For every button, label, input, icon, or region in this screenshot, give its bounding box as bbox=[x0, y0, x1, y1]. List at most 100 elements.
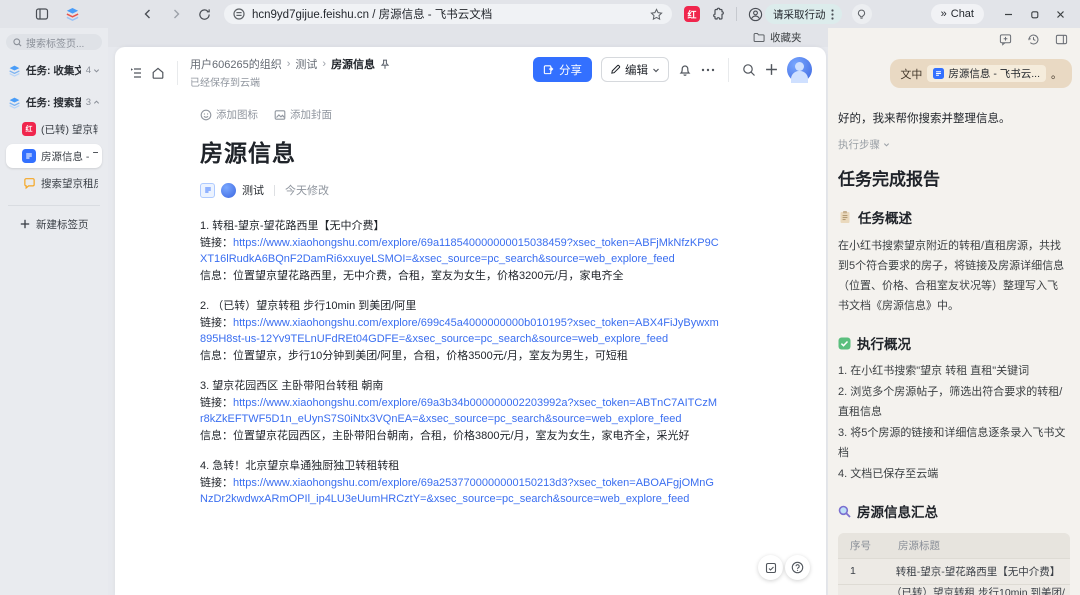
add-icon-button[interactable]: 添加图标 bbox=[200, 107, 258, 122]
assistant-intro: 好的，我来帮你搜索并整理信息。 bbox=[838, 110, 1070, 126]
listing-link[interactable]: https://www.xiaohongshu.com/explore/69a1… bbox=[200, 237, 719, 266]
feishu-doc-card: 用户606265的组织 › 测试 › 房源信息 已经保存到云端 分享 bbox=[115, 47, 826, 595]
task-group-label: 任务: 收集文 bbox=[26, 63, 81, 78]
create-new-icon[interactable] bbox=[765, 63, 778, 76]
history-icon[interactable] bbox=[1027, 33, 1040, 51]
user-message-prefix: 文中 bbox=[900, 66, 922, 82]
table-row: 2 （已转）望京转租 步行10min 到美团/阿里 bbox=[838, 584, 1070, 595]
tab-search-placeholder: 搜索标签页... bbox=[26, 35, 84, 50]
listing-link[interactable]: https://www.xiaohongshu.com/explore/69a3… bbox=[200, 397, 717, 426]
tab-label: 搜索望京租房 bbox=[41, 176, 98, 191]
listing-title: 1. 转租-望京-望花路西里【无中介费】 bbox=[200, 218, 720, 235]
browser-logo-icon[interactable] bbox=[62, 4, 82, 24]
listings-table: 序号 房源标题 1 转租-望京-望花路西里【无中介费】 2 （已转）望京转租 步… bbox=[838, 533, 1070, 595]
owner-name[interactable]: 测试 bbox=[242, 182, 264, 198]
xiaohongshu-extension-icon[interactable]: 红 bbox=[684, 6, 700, 22]
new-chat-icon[interactable] bbox=[999, 33, 1012, 51]
action-required-pill[interactable]: 请采取行动 bbox=[765, 4, 842, 24]
execution-step: 4. 文档已保存至云端 bbox=[838, 464, 1070, 485]
listing-link[interactable]: https://www.xiaohongshu.com/explore/69a2… bbox=[200, 477, 714, 506]
forward-button[interactable] bbox=[166, 4, 186, 24]
breadcrumb-current: 房源信息 bbox=[331, 56, 375, 72]
smiley-icon bbox=[200, 109, 212, 121]
doc-location-icon[interactable] bbox=[200, 183, 215, 198]
site-settings-icon[interactable] bbox=[232, 7, 246, 21]
breadcrumb-org[interactable]: 用户606265的组织 bbox=[190, 56, 282, 72]
url-text: hcn9yd7gijue.feishu.cn / 房源信息 - 飞书云文档 bbox=[252, 6, 642, 22]
execution-step: 2. 浏览多个房源帖子，筛选出符合要求的转租/直租信息 bbox=[838, 382, 1070, 423]
maximize-button[interactable] bbox=[1024, 4, 1044, 24]
magnifier-icon bbox=[838, 505, 851, 518]
chevron-down-icon bbox=[883, 141, 890, 148]
listing-section-2: 2. （已转）望京转租 步行10min 到美团/阿里 链接：https://ww… bbox=[200, 298, 720, 364]
chat-bubble-icon bbox=[22, 176, 36, 190]
listing-section-3: 3. 望京花园西区 主卧带阳台转租 朝南 链接：https://www.xiao… bbox=[200, 378, 720, 444]
xiaohongshu-icon: 红 bbox=[22, 122, 36, 136]
listing-info: 信息：位置望京花园西区，主卧带阳台朝南，合租，价格3800元/月，室友为女生，家… bbox=[200, 428, 720, 445]
extensions-puzzle-icon[interactable] bbox=[708, 4, 728, 24]
lightbulb-icon[interactable] bbox=[852, 4, 872, 24]
ai-assistant-panel: 文中 房源信息 - 飞书云... 。 好的，我来帮你搜索并整理信息。 执行步骤 … bbox=[828, 28, 1080, 595]
task-group-collect[interactable]: 任务: 收集文 4 bbox=[6, 58, 102, 82]
tab-xiaohongshu-listing[interactable]: 红 (已转) 望京转 bbox=[6, 117, 102, 141]
user-avatar[interactable] bbox=[787, 57, 812, 82]
profile-icon[interactable] bbox=[745, 4, 765, 24]
execution-steps-toggle[interactable]: 执行步骤 bbox=[838, 137, 1070, 152]
execution-steps-list: 1. 在小红书搜索"望京 转租 直租"关键词 2. 浏览多个房源帖子，筛选出符合… bbox=[838, 361, 1070, 484]
pin-icon bbox=[380, 59, 390, 70]
listing-info: 信息：位置望京望花路西里，无中介费，合租，室友为女生，价格3200元/月，家电齐… bbox=[200, 268, 720, 285]
table-header-row: 序号 房源标题 bbox=[838, 533, 1070, 558]
notifications-bell-icon[interactable] bbox=[678, 63, 692, 77]
doc-header: 用户606265的组织 › 测试 › 房源信息 已经保存到云端 分享 bbox=[115, 47, 826, 93]
collapse-panel-icon[interactable] bbox=[1055, 33, 1068, 51]
sidebar-toggle-icon[interactable] bbox=[32, 4, 52, 24]
execution-heading: 执行概况 bbox=[838, 333, 1070, 353]
doc-search-icon[interactable] bbox=[742, 63, 756, 77]
task-group-search[interactable]: 任务: 搜索望 3 bbox=[6, 90, 102, 114]
doc-reference-chip[interactable]: 房源信息 - 飞书云... bbox=[927, 65, 1046, 82]
chevron-down-icon bbox=[652, 66, 660, 74]
user-message-suffix: 。 bbox=[1051, 66, 1062, 82]
tab-search-input[interactable]: 搜索标签页... bbox=[6, 34, 102, 50]
home-icon[interactable] bbox=[151, 66, 165, 80]
chevron-down-icon bbox=[93, 67, 100, 74]
feishu-doc-icon bbox=[933, 68, 944, 79]
execution-step: 1. 在小红书搜索"望京 转租 直租"关键词 bbox=[838, 361, 1070, 382]
breadcrumb-folder[interactable]: 测试 bbox=[295, 56, 317, 72]
doc-title[interactable]: 房源信息 bbox=[200, 134, 720, 168]
doc-body[interactable]: 1. 转租-望京-望花路西里【无中介费】 链接：https://www.xiao… bbox=[200, 218, 720, 508]
tab-label: (已转) 望京转 bbox=[41, 122, 98, 137]
add-cover-button[interactable]: 添加封面 bbox=[274, 107, 332, 122]
browser-toolbar: hcn9yd7gijue.feishu.cn / 房源信息 - 飞书云文档 红 … bbox=[0, 0, 1080, 28]
chat-button[interactable]: » Chat bbox=[931, 4, 984, 24]
bookmark-star-icon[interactable] bbox=[648, 6, 664, 22]
edit-mode-button[interactable]: 编辑 bbox=[601, 57, 669, 82]
close-button[interactable] bbox=[1050, 4, 1070, 24]
last-modified: 今天修改 bbox=[285, 182, 329, 198]
tabs-sidebar: 搜索标签页... 任务: 收集文 4 任务: 搜索望 3 红 (已转) 望京转 … bbox=[0, 28, 108, 595]
summary-heading: 房源信息汇总 bbox=[838, 501, 1070, 521]
address-bar[interactable]: hcn9yd7gijue.feishu.cn / 房源信息 - 飞书云文档 bbox=[224, 4, 672, 24]
more-options-icon[interactable] bbox=[701, 68, 715, 72]
help-button[interactable] bbox=[785, 555, 810, 580]
back-button[interactable] bbox=[138, 4, 158, 24]
tab-label: 房源信息 - 飞书 bbox=[41, 149, 98, 164]
share-button[interactable]: 分享 bbox=[533, 57, 592, 82]
tab-feishu-doc-active[interactable]: 房源信息 - 飞书 bbox=[6, 144, 102, 168]
save-status: 已经保存到云端 bbox=[190, 74, 390, 89]
feishu-doc-icon bbox=[22, 149, 36, 163]
tab-search-wangjing[interactable]: 搜索望京租房 bbox=[6, 171, 102, 195]
listing-title: 3. 望京花园西区 主卧带阳台转租 朝南 bbox=[200, 378, 720, 395]
bookmarks-folder[interactable]: 收藏夹 bbox=[753, 30, 802, 45]
feedback-button[interactable] bbox=[758, 555, 783, 580]
outline-toggle-icon[interactable] bbox=[129, 66, 143, 80]
breadcrumb: 用户606265的组织 › 测试 › 房源信息 bbox=[190, 56, 390, 72]
minimize-button[interactable] bbox=[998, 4, 1018, 24]
panel-header-icons bbox=[828, 28, 1080, 51]
sidebar-divider bbox=[8, 205, 100, 206]
reload-button[interactable] bbox=[194, 4, 214, 24]
pencil-icon bbox=[610, 64, 621, 75]
listing-link[interactable]: https://www.xiaohongshu.com/explore/699c… bbox=[200, 317, 719, 346]
new-tab-button[interactable]: 新建标签页 bbox=[6, 212, 102, 236]
listing-title: 4. 急转！北京望京阜通独厨独卫转租转租 bbox=[200, 458, 720, 475]
